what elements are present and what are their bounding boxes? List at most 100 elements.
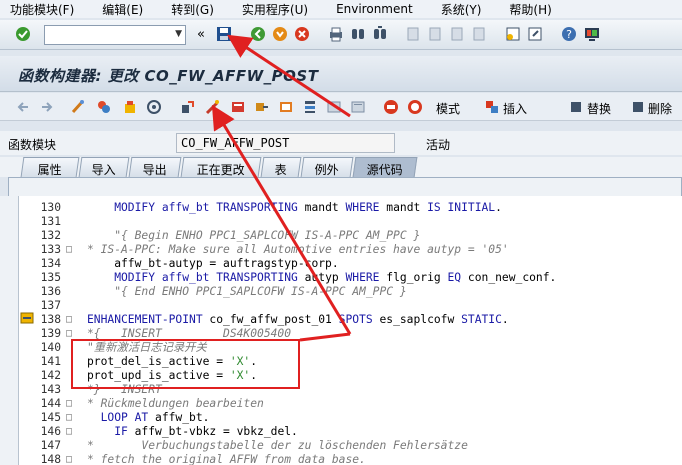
command-input[interactable]: [45, 26, 165, 44]
fold-toggle-icon[interactable]: □: [66, 453, 77, 465]
sap-window: { "menu": { "items": ["功能模块(F)", "编辑(E)"…: [0, 0, 682, 465]
prev-page-icon[interactable]: [427, 26, 443, 42]
menu-function-module[interactable]: 功能模块(F): [10, 1, 74, 18]
code-editor[interactable]: 130 MODIFY affw_bt TRANSPORTING mandt WH…: [18, 196, 682, 465]
tab-source-code[interactable]: 源代码: [352, 157, 418, 177]
tab-import[interactable]: 导入: [78, 157, 130, 177]
code-token: STATIC: [461, 313, 502, 326]
delete-icon[interactable]: [630, 99, 646, 115]
code-token: EQ: [447, 271, 462, 284]
code-line[interactable]: 148 □ * fetch the original AFFW from data …: [19, 453, 682, 465]
command-field[interactable]: ▼: [44, 25, 186, 45]
help-on-icon[interactable]: [383, 99, 399, 115]
exit-icon[interactable]: [272, 26, 288, 42]
display-change-icon[interactable]: [70, 99, 86, 115]
code-line[interactable]: 146 □ IF affw_bt-vbkz = vbkz_del.: [19, 425, 682, 439]
stop-icon[interactable]: [407, 99, 423, 115]
tab-changing[interactable]: 正在更改: [180, 157, 262, 177]
fold-toggle-icon[interactable]: □: [66, 425, 77, 439]
tab-tables[interactable]: 表: [260, 157, 302, 177]
first-page-icon[interactable]: [405, 26, 421, 42]
tab-exceptions[interactable]: 例外: [300, 157, 354, 177]
info-icon[interactable]: [350, 99, 366, 115]
code-text: affw_bt-autyp = auftragstyp-corp.: [87, 257, 338, 271]
back-nav-icon[interactable]: [16, 99, 32, 115]
new-session-icon[interactable]: [505, 26, 521, 42]
find-next-icon[interactable]: [372, 26, 388, 42]
forward-nav-icon[interactable]: [38, 99, 54, 115]
activate-icon[interactable]: [204, 99, 220, 115]
fold-toggle-icon[interactable]: □: [66, 313, 77, 327]
code-token: flg_orig: [379, 271, 448, 284]
code-line[interactable]: 134 affw_bt-autyp = auftragstyp-corp.: [19, 257, 682, 271]
enhance-icon[interactable]: [326, 99, 342, 115]
save-icon[interactable]: [216, 26, 232, 42]
fold-toggle-icon[interactable]: □: [66, 243, 77, 257]
code-line[interactable]: 130 MODIFY affw_bt TRANSPORTING mandt WH…: [19, 201, 682, 215]
line-number: 130: [40, 201, 61, 214]
last-page-icon[interactable]: [471, 26, 487, 42]
next-page-icon[interactable]: [449, 26, 465, 42]
fold-toggle-icon[interactable]: □: [66, 397, 77, 411]
print-icon[interactable]: [328, 26, 344, 42]
code-text: MODIFY affw_bt TRANSPORTING mandt WHERE …: [87, 201, 502, 215]
fold-toggle-icon: [66, 215, 77, 229]
code-token: MODIFY affw_bt: [87, 201, 217, 214]
line-number: 146: [40, 425, 61, 438]
fold-toggle-icon: [66, 201, 77, 215]
code-line[interactable]: 135 MODIFY affw_bt TRANSPORTING autyp WH…: [19, 271, 682, 285]
active-inactive-icon[interactable]: [96, 99, 112, 115]
where-used-icon[interactable]: [146, 99, 162, 115]
pretty-printer-icon[interactable]: [302, 99, 318, 115]
menu-environment[interactable]: Environment: [336, 2, 413, 16]
back-arrow-icon[interactable]: «: [197, 27, 205, 42]
replace-icon[interactable]: [568, 99, 584, 115]
pattern-button[interactable]: 模式: [436, 100, 460, 117]
menu-goto[interactable]: 转到(G): [171, 1, 214, 18]
code-line[interactable]: 132 "{ Begin ENHO PPC1_SAPLCOFW IS-A-PPC…: [19, 229, 682, 243]
menu-system[interactable]: 系统(Y): [441, 1, 482, 18]
code-line[interactable]: 147 * Verbuchungstabelle der zu löschende…: [19, 439, 682, 453]
code-token: ENHANCEMENT-POINT: [87, 313, 203, 326]
object-list-icon[interactable]: [254, 99, 270, 115]
delete-button[interactable]: 删除: [648, 100, 672, 117]
code-line[interactable]: 131: [19, 215, 682, 229]
line-number: 133: [40, 243, 61, 256]
code-line[interactable]: 133 □ * IS-A-PPC: Make sure all Automotive…: [19, 243, 682, 257]
menu-utilities[interactable]: 实用程序(U): [242, 1, 308, 18]
layout-menu-icon[interactable]: [584, 26, 600, 42]
code-line[interactable]: 136 "{ End ENHO PPC1_SAPLCOFW IS-A-PPC A…: [19, 285, 682, 299]
menu-help[interactable]: 帮助(H): [509, 1, 551, 18]
code-line[interactable]: 144 □ * Rückmeldungen bearbeiten: [19, 397, 682, 411]
code-token: .: [501, 313, 509, 326]
cancel-icon[interactable]: [294, 26, 310, 42]
shortcut-icon[interactable]: [527, 26, 543, 42]
code-line[interactable]: 145 □ LOOP AT affw_bt.: [19, 411, 682, 425]
replace-button[interactable]: 替换: [587, 100, 611, 117]
highlight-box: [71, 339, 300, 389]
enhancement-marker-icon[interactable]: [20, 311, 34, 325]
back-icon[interactable]: [250, 26, 266, 42]
fold-toggle-icon[interactable]: □: [66, 411, 77, 425]
code-line[interactable]: 138 □ ENHANCEMENT-POINT co_fw_affw_post_01…: [19, 313, 682, 327]
find-icon[interactable]: [350, 26, 366, 42]
other-object-icon[interactable]: [122, 99, 138, 115]
tab-label: 属性: [37, 163, 62, 177]
menu-edit[interactable]: 编辑(E): [102, 1, 143, 18]
tab-attributes[interactable]: 属性: [20, 157, 80, 177]
insert-button[interactable]: 插入: [503, 100, 527, 117]
insert-icon[interactable]: [484, 99, 500, 115]
fold-toggle-icon: [66, 229, 77, 243]
code-token: mandt: [379, 201, 428, 214]
code-text: * IS-A-PPC: Make sure all Automotive ent…: [87, 243, 509, 257]
fold-toggle-icon: [66, 439, 77, 453]
navigation-window-icon[interactable]: [278, 99, 294, 115]
chevron-down-icon[interactable]: ▼: [175, 29, 182, 39]
code-line[interactable]: 137: [19, 299, 682, 313]
code-token: co_fw_affw_post_01: [202, 313, 339, 326]
check-syntax-icon[interactable]: [180, 99, 196, 115]
tab-export[interactable]: 导出: [128, 157, 182, 177]
test-icon[interactable]: [230, 99, 246, 115]
help-icon[interactable]: ?: [561, 26, 577, 42]
enter-check-icon[interactable]: [15, 26, 31, 42]
